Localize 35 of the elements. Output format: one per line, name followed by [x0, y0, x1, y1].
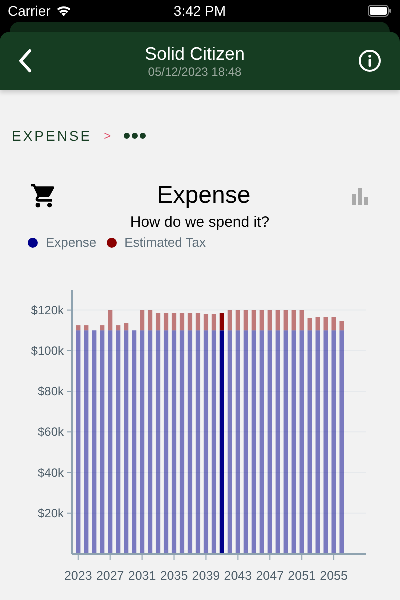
chart-bar[interactable]	[156, 330, 161, 554]
breadcrumb-link[interactable]: EXPENSE	[12, 128, 92, 144]
legend-label: Estimated Tax	[124, 235, 206, 250]
wifi-icon	[56, 5, 72, 17]
x-tick-label: 2023	[64, 569, 92, 583]
x-tick-label: 2051	[288, 569, 316, 583]
legend-label: Expense	[46, 235, 97, 250]
battery-icon	[368, 5, 392, 17]
x-tick-label: 2031	[128, 569, 156, 583]
card-title: Expense	[157, 182, 251, 210]
y-tick-label: $80k	[38, 384, 64, 399]
y-tick-label: $60k	[38, 425, 64, 440]
info-button[interactable]	[358, 49, 382, 73]
carrier-name: Carrier	[8, 3, 51, 19]
x-tick-label: 2043	[224, 569, 252, 583]
header-title: Solid Citizen	[144, 44, 246, 64]
y-tick-label: $120k	[31, 303, 64, 318]
chart-bar[interactable]	[220, 313, 224, 331]
breadcrumb-separator: >	[104, 129, 112, 143]
y-tick-label: $20k	[38, 506, 64, 520]
x-tick-label: 2027	[96, 569, 124, 583]
x-tick-label: 2039	[192, 569, 220, 583]
header-subtitle: 05/12/2023 18:48	[148, 64, 242, 78]
y-tick-label: $40k	[38, 466, 64, 480]
y-tick-label: $100k	[31, 344, 64, 358]
bar-chart-icon[interactable]	[350, 186, 370, 206]
x-tick-label: 2035	[160, 569, 188, 583]
card-subtitle: How do we spend it?	[130, 214, 270, 231]
x-tick-label: 2055	[320, 569, 348, 583]
x-tick-label: 2047	[256, 569, 284, 583]
more-icon[interactable]	[123, 132, 148, 140]
back-button[interactable]	[18, 49, 32, 73]
clock-time: 3:42 PM	[174, 3, 226, 19]
chart-bar[interactable]	[204, 330, 209, 554]
chart-bar[interactable]	[220, 330, 224, 554]
